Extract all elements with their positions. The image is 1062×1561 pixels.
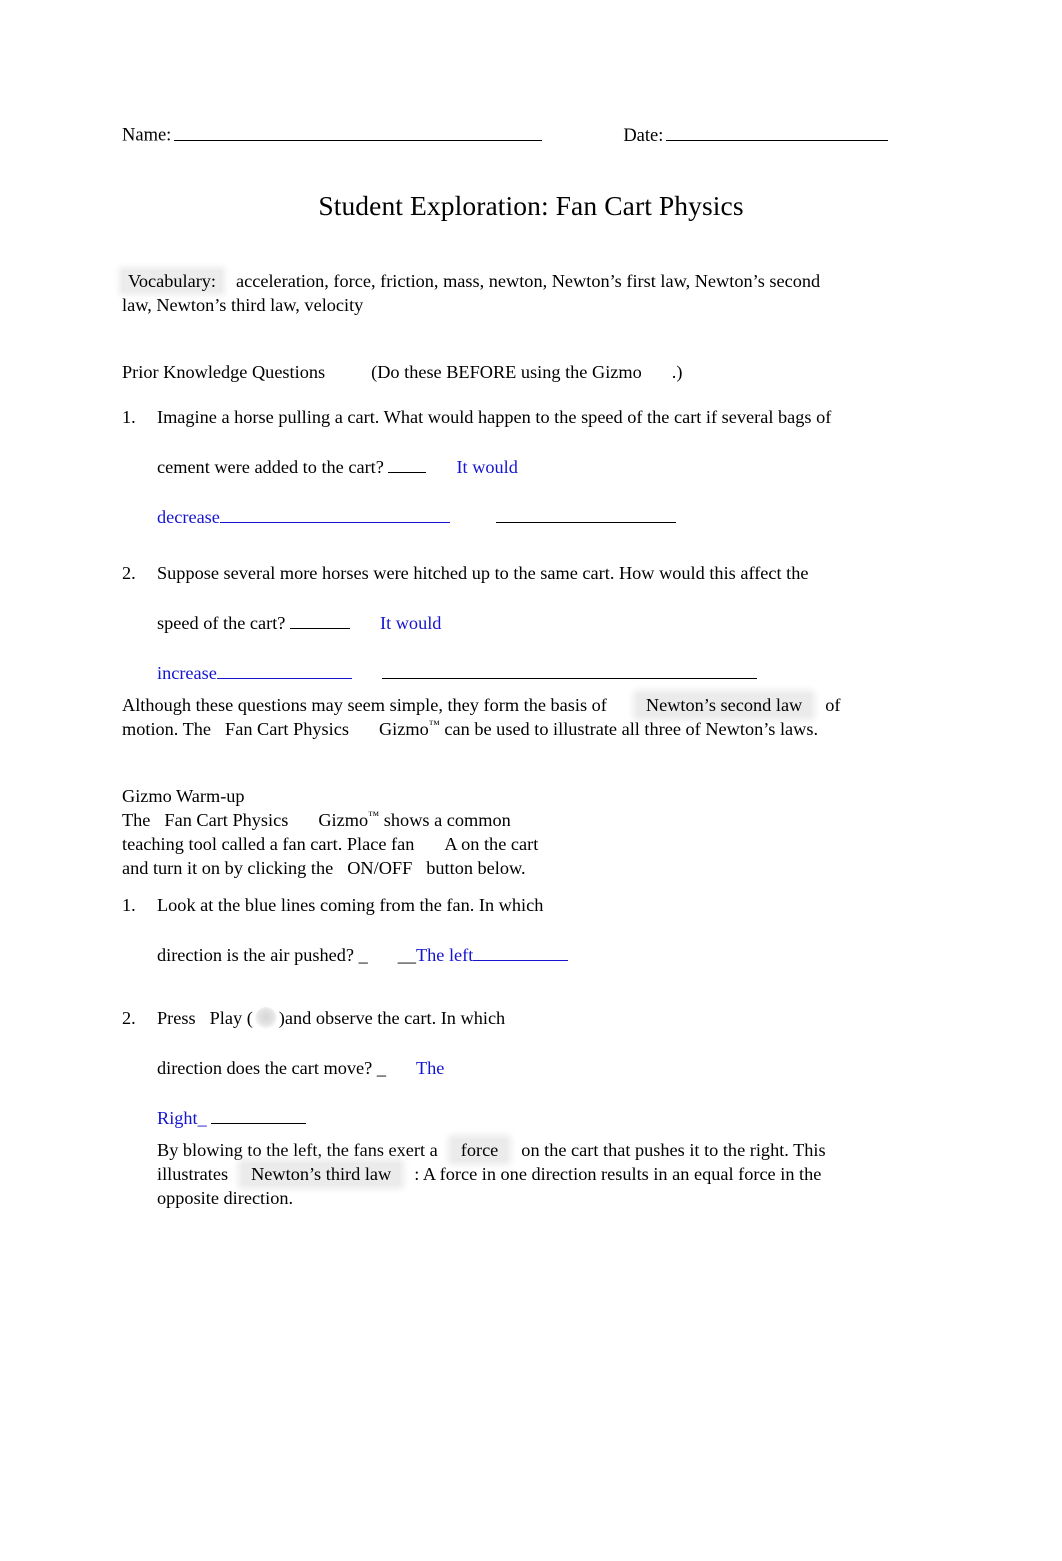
bridge-text-part-1: Although these questions may seem simple… — [122, 695, 607, 715]
warmup-q2-line1-b: and observe the cart. In which — [284, 1008, 506, 1028]
newtons-third-law-highlight: Newton’s third law — [242, 1162, 401, 1185]
warmup-question-2-prompt: direction does the cart move? — [157, 1057, 373, 1078]
newtons-second-law-highlight: Newton’s second law — [636, 694, 812, 716]
warmup-q2-press-word: Press — [157, 1008, 196, 1028]
force-highlight: force — [451, 1139, 508, 1161]
trademark-icon-2: ™ — [368, 810, 380, 823]
warmup-question-2-black-prefix: _ — [376, 1057, 386, 1078]
warmup-question-1-blue-rule[interactable] — [473, 946, 569, 961]
warmup-question-2-number: 2. — [122, 1008, 136, 1028]
name-date-header: Name: Date: — [122, 124, 940, 148]
document-page: Name: Date: Student Exploration: Fan Cart… — [0, 0, 1062, 1561]
date-label: Date: — [623, 125, 664, 146]
question-2-answer-part-2: increase — [157, 662, 217, 683]
question-1-blank-a[interactable] — [388, 458, 427, 473]
bridge-line-2-c: can be used to illustrate all three of N… — [444, 718, 819, 739]
bridge-text-part-2: of — [825, 695, 841, 715]
closing-paragraph: By blowing to the left, the fans exert a… — [157, 1139, 937, 1210]
question-1-line-3: decrease — [157, 506, 922, 530]
closing-line2-a: illustrates — [157, 1163, 229, 1184]
question-1-blue-rule[interactable] — [219, 507, 450, 523]
question-1-number: 1. — [122, 407, 136, 427]
warmup-gizmo-word: Gizmo — [318, 810, 369, 831]
warmup-question-1-answer: The left — [415, 944, 474, 965]
warmup-line1-c: shows a common — [383, 810, 511, 831]
closing-line2-b: : A force in one direction results in an… — [414, 1163, 822, 1184]
gizmo-warmup-section: Gizmo Warm-up The Fan Cart Physics Gizmo™ … — [122, 784, 822, 881]
warmup-gizmo-name: Fan Cart Physics — [164, 810, 289, 831]
question-2-line-1: Suppose several more horses were hitched… — [157, 563, 809, 583]
prior-knowledge-instruction-close: .) — [671, 362, 683, 382]
question-2-number: 2. — [122, 563, 136, 583]
prior-knowledge-title: Prior Knowledge Questions — [122, 362, 326, 382]
vocabulary-terms-line-2: law, Newton’s third law, velocity — [122, 294, 364, 315]
warmup-question-1: 1. Look at the blue lines coming from th… — [122, 894, 922, 968]
prior-knowledge-heading: Prior Knowledge Questions (Do these BEFOR… — [122, 361, 912, 385]
question-1-prompt: cement were added to the cart? — [157, 456, 384, 477]
bridge-line-2-a: motion. The — [122, 718, 212, 739]
warmup-question-2-answer-part-1: The — [415, 1057, 445, 1078]
warmup-line3-a: and turn it on by clicking the — [122, 858, 334, 879]
warmup-question-2-blank[interactable] — [211, 1108, 307, 1124]
name-label: Name: — [122, 125, 172, 146]
warmup-question-2-line-2: direction does the cart move? _ The — [157, 1057, 922, 1081]
gizmo-warmup-line-2: teaching tool called a fan cart. Place f… — [122, 832, 822, 856]
closing-line1-b: on the cart that pushes it to the right.… — [521, 1140, 826, 1160]
trademark-icon: ™ — [428, 718, 440, 731]
on-off-button-label: ON/OFF — [347, 858, 413, 879]
bridge-gizmo-word: Gizmo — [378, 718, 429, 739]
prior-knowledge-instruction: (Do these BEFORE using the Gizmo — [371, 362, 642, 382]
play-button-label: Play — [209, 1008, 243, 1028]
paren-open: ( — [246, 1008, 253, 1028]
warmup-line3-c: button below. — [426, 858, 526, 879]
play-icon[interactable] — [254, 1007, 277, 1029]
question-1-line-1: Imagine a horse pulling a cart. What wou… — [157, 407, 832, 427]
warmup-line1-a: The — [122, 810, 151, 831]
question-2-prompt: speed of the cart? — [157, 612, 286, 633]
vocabulary-terms-line-1: acceleration, force, friction, mass, new… — [236, 271, 821, 291]
bridge-gizmo-name: Fan Cart Physics — [225, 718, 349, 739]
question-2-line-3: increase — [157, 662, 922, 686]
closing-line3: opposite direction. — [157, 1187, 294, 1208]
warmup-question-1-line-1: Look at the blue lines coming from the f… — [157, 895, 544, 915]
question-1-answer-part-1: It would — [456, 456, 518, 477]
vocabulary-section: Vocabulary: acceleration, force, friction… — [122, 270, 912, 318]
bridge-paragraph: Although these questions may seem simple… — [122, 694, 922, 742]
question-2-answer-part-1: It would — [379, 612, 442, 633]
question-2-blank-b[interactable] — [381, 663, 757, 679]
question-2-blue-rule[interactable] — [216, 663, 352, 679]
question-1: 1. Imagine a horse pulling a cart. What … — [122, 406, 922, 529]
warmup-question-1-prompt: direction is the air pushed? — [157, 944, 354, 965]
warmup-question-1-black-prefix: _ — [358, 944, 368, 965]
date-fill-line[interactable] — [666, 124, 889, 141]
question-1-blank-b[interactable] — [495, 507, 676, 523]
closing-line1-a: By blowing to the left, the fans exert a — [157, 1140, 438, 1160]
warmup-question-2-answer-part-2: Right_ — [157, 1107, 207, 1128]
gizmo-warmup-line-3: and turn it on by clicking the ON/OFF butt… — [122, 856, 822, 880]
name-fill-line[interactable] — [174, 124, 543, 141]
question-2-blank-a[interactable] — [289, 614, 350, 629]
warmup-question-2: 2. Press Play ()and observe the cart. In … — [122, 1007, 922, 1130]
warmup-question-2-line-3: Right_ — [157, 1107, 922, 1131]
gizmo-warmup-heading: Gizmo Warm-up — [122, 786, 245, 806]
warmup-line2-a: teaching tool called a fan cart. Place f… — [122, 834, 415, 855]
page-title: Student Exploration: Fan Cart Physics — [318, 190, 744, 221]
gizmo-warmup-line-1: The Fan Cart Physics Gizmo™ shows a common — [122, 808, 822, 832]
warmup-line2-b: A on the cart — [444, 834, 539, 855]
vocabulary-label: Vocabulary: — [122, 270, 222, 292]
question-1-answer-part-2: decrease — [157, 506, 220, 527]
warmup-question-1-lead-underscores: __ — [397, 944, 416, 965]
warmup-question-2-line-1: Press Play ()and observe the cart. In whi… — [157, 1007, 922, 1031]
warmup-question-1-line-2: direction is the air pushed? _ __The left — [157, 944, 922, 968]
question-1-line-2: cement were added to the cart? It would — [157, 456, 922, 480]
warmup-question-1-number: 1. — [122, 895, 136, 915]
question-2-line-2: speed of the cart? It would — [157, 612, 922, 636]
question-2: 2. Suppose several more horses were hitc… — [122, 562, 922, 685]
